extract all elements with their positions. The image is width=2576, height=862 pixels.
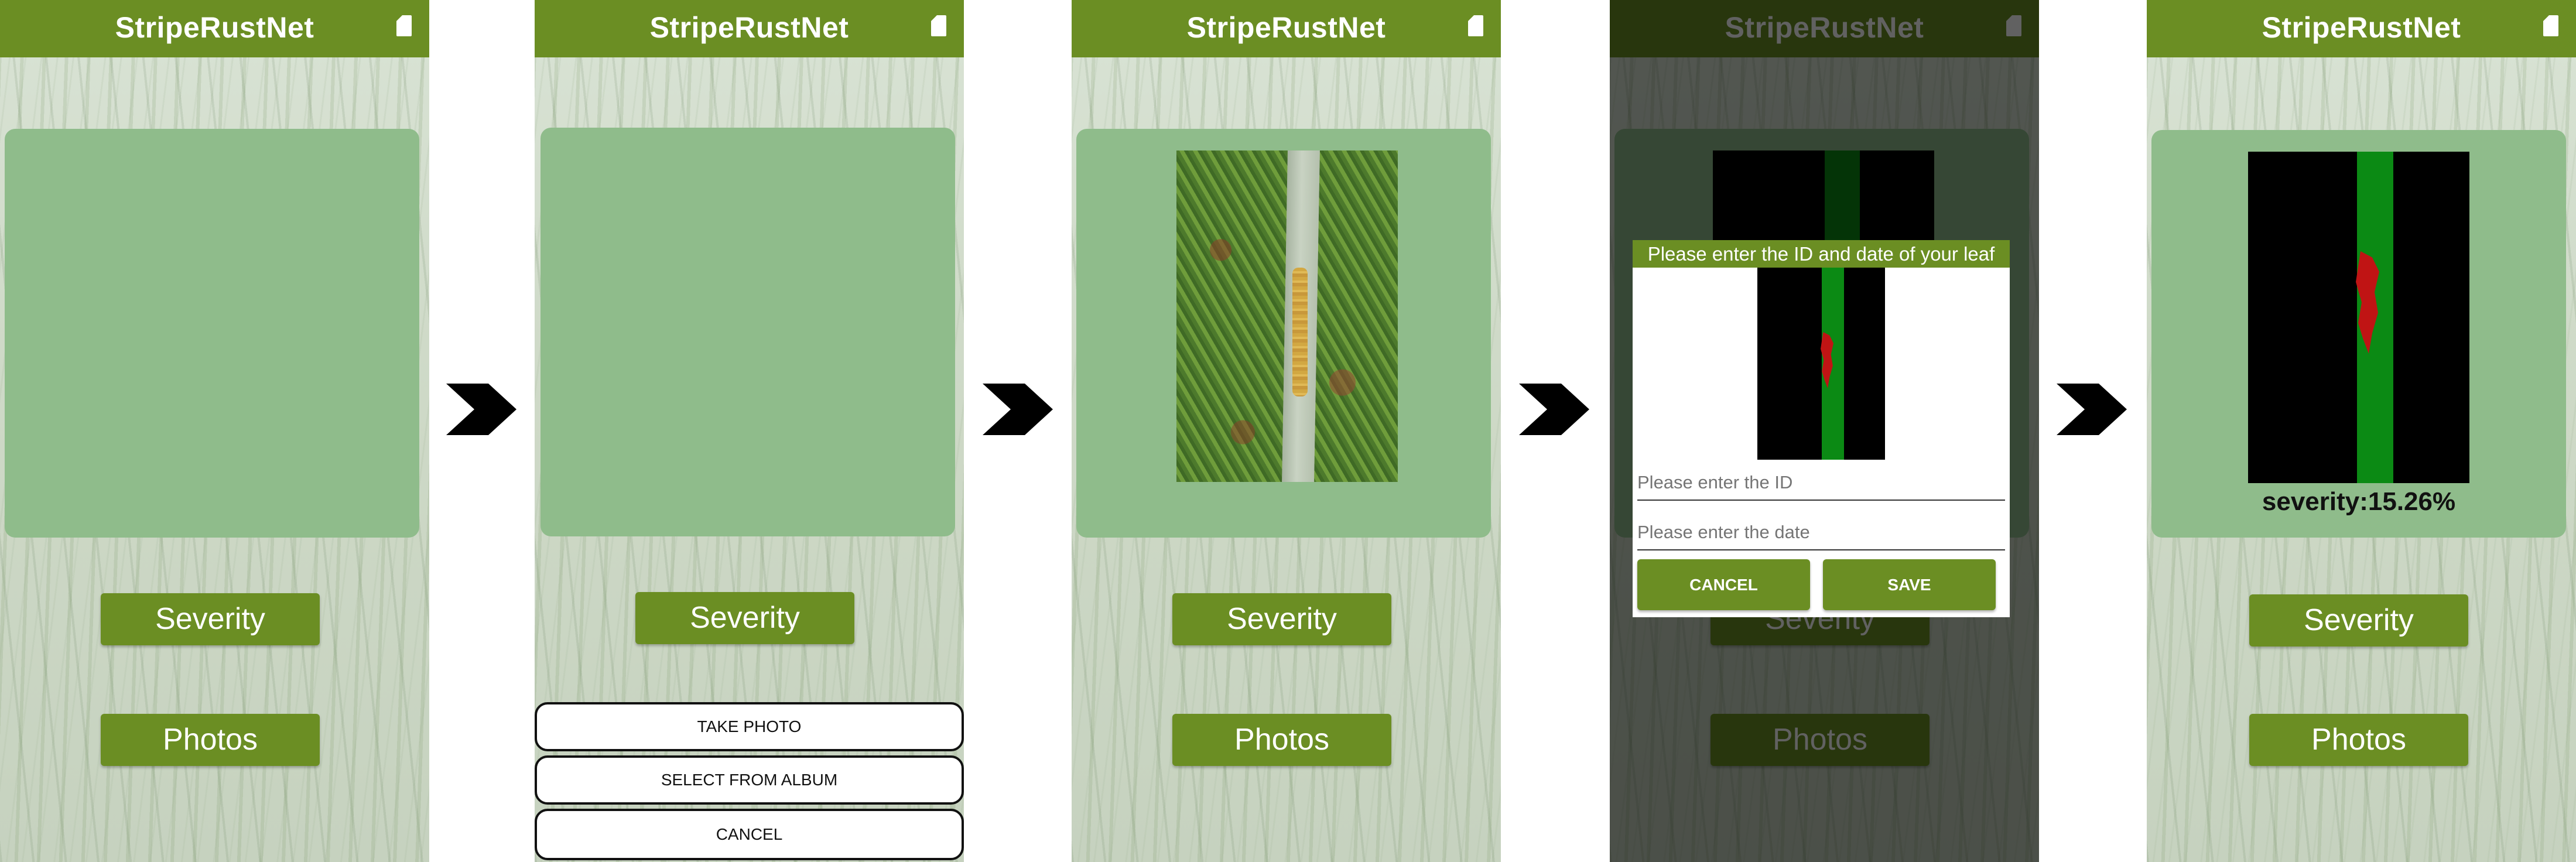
- dialog-save-button[interactable]: SAVE: [1823, 559, 1996, 610]
- image-panel[interactable]: [5, 129, 419, 538]
- leaf-id-input[interactable]: [1637, 466, 2005, 501]
- severity-button[interactable]: Severity: [101, 593, 320, 645]
- image-panel[interactable]: [1076, 129, 1491, 538]
- screen-2-photo-source: StripeRustNet Severity TAKE PHOTO SELECT…: [535, 0, 964, 862]
- select-from-album-button[interactable]: SELECT FROM ALBUM: [535, 755, 964, 805]
- chevron-right-icon: [1519, 384, 1589, 435]
- document-icon[interactable]: [931, 15, 946, 36]
- severity-result: severity:15.26%: [2262, 487, 2456, 516]
- save-leaf-dialog: Please enter the ID and date of your lea…: [1633, 240, 2010, 617]
- app-bar: StripeRustNet: [0, 0, 429, 57]
- screen-3-photo-loaded: StripeRustNet Severity Photos: [1072, 0, 1501, 862]
- app-title: StripeRustNet: [115, 11, 314, 44]
- app-title: StripeRustNet: [649, 11, 849, 44]
- dialog-title: Please enter the ID and date of your lea…: [1633, 240, 2010, 268]
- cancel-button[interactable]: CANCEL: [535, 809, 964, 860]
- dialog-cancel-button[interactable]: CANCEL: [1637, 559, 1810, 610]
- app-bar: StripeRustNet: [1072, 0, 1501, 57]
- take-photo-button[interactable]: TAKE PHOTO: [535, 702, 964, 751]
- severity-button[interactable]: Severity: [635, 592, 854, 644]
- photos-button[interactable]: Photos: [2249, 714, 2468, 766]
- app-title: StripeRustNet: [2262, 11, 2461, 44]
- document-icon[interactable]: [1468, 15, 1483, 36]
- chevron-right-icon: [983, 384, 1053, 435]
- app-bar: StripeRustNet: [535, 0, 964, 57]
- chevron-right-icon: [446, 384, 516, 435]
- chevron-right-icon: [2057, 384, 2127, 435]
- rust-lesion: [1292, 268, 1308, 396]
- screen-4-save-dialog: StripeRustNet Severity Photos Please ent…: [1610, 0, 2039, 862]
- app-title: StripeRustNet: [1186, 11, 1386, 44]
- severity-button[interactable]: Severity: [1172, 593, 1391, 645]
- leaf-date-input[interactable]: [1637, 515, 2005, 550]
- photos-button[interactable]: Photos: [1172, 714, 1391, 766]
- image-panel[interactable]: [540, 128, 955, 536]
- image-panel[interactable]: severity:15.26%: [2151, 130, 2566, 538]
- document-icon[interactable]: [2543, 15, 2558, 36]
- segmentation-image: [2248, 152, 2469, 483]
- severity-button[interactable]: Severity: [2249, 594, 2468, 646]
- segmentation-image: [1757, 268, 1885, 460]
- screen-5-result: StripeRustNet severity:15.26% Severity P…: [2147, 0, 2576, 862]
- photos-button[interactable]: Photos: [101, 714, 320, 766]
- app-bar: StripeRustNet: [2147, 0, 2576, 57]
- leaf-photo: [1176, 150, 1398, 482]
- document-icon[interactable]: [396, 15, 412, 36]
- screen-1-home: StripeRustNet Severity Photos: [0, 0, 429, 862]
